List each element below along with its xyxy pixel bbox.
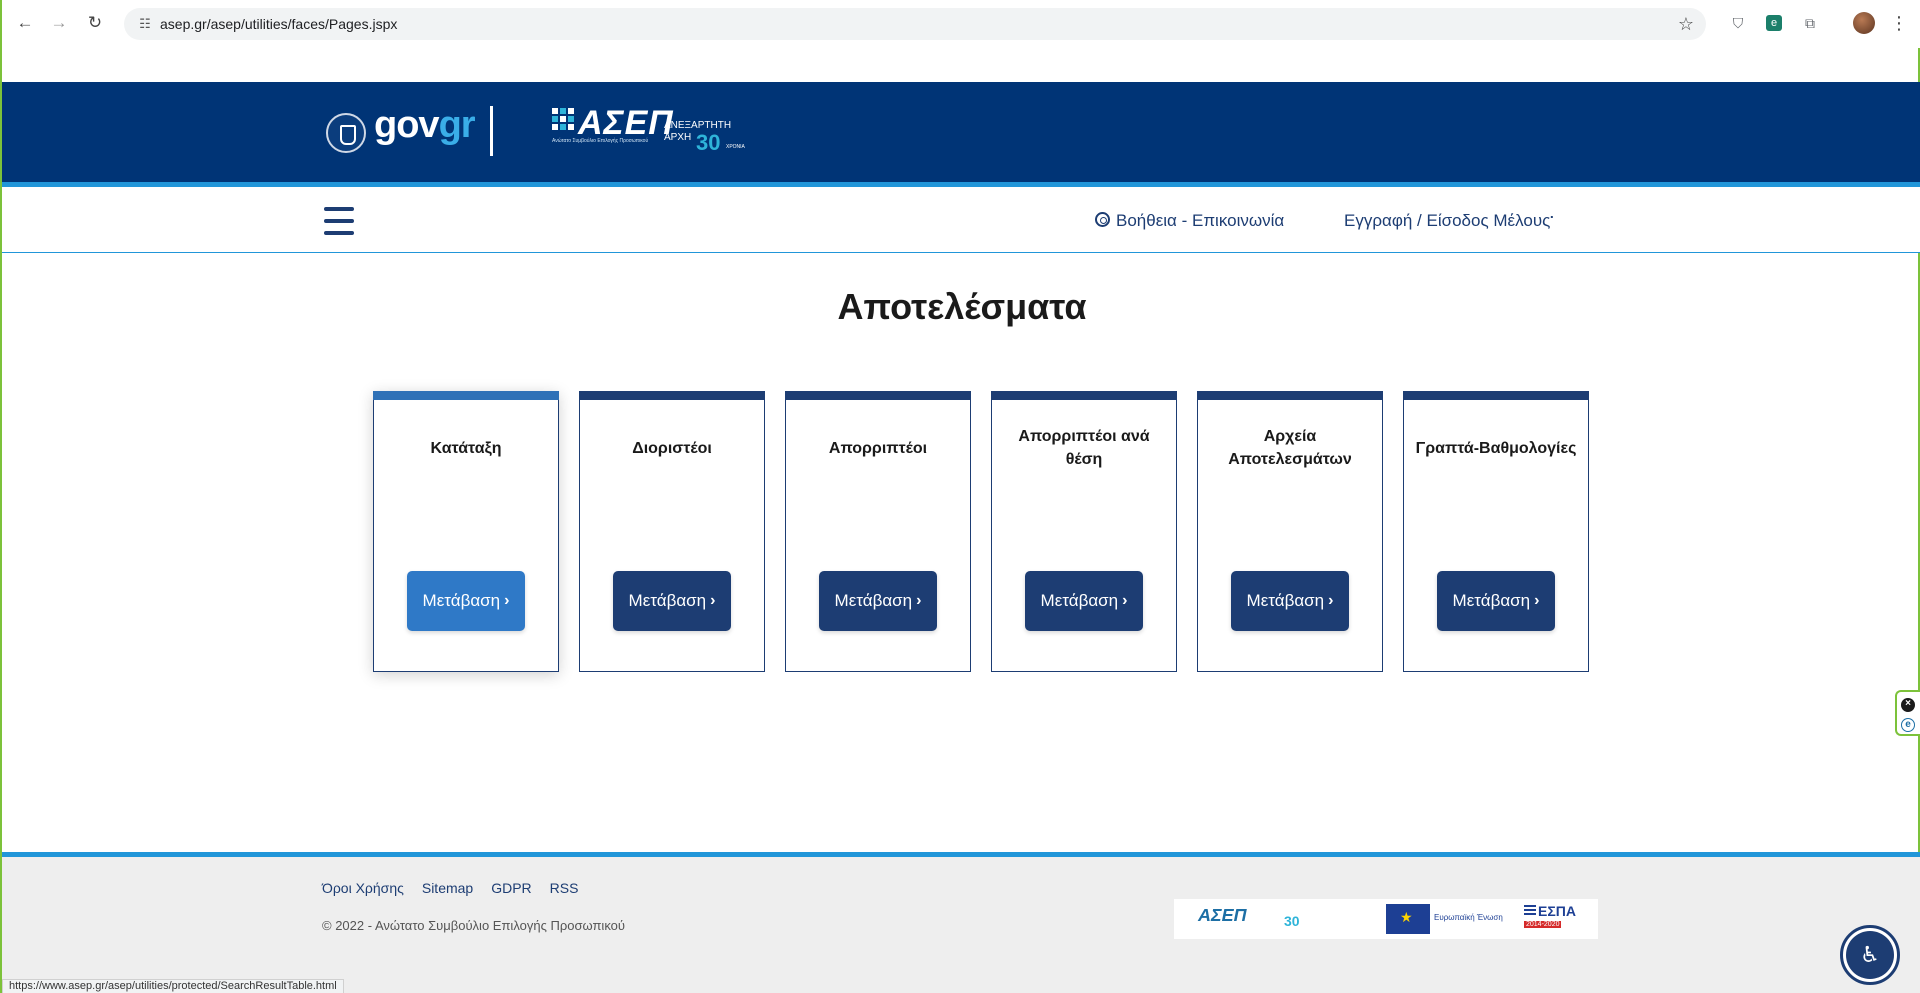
card-go-label: Μετάβαση xyxy=(628,591,707,610)
card-title: Διοριστέοι xyxy=(632,439,712,457)
site-header xyxy=(2,82,1920,182)
back-icon[interactable]: ← xyxy=(14,12,36,34)
card-archeia-apotelesmaton: Αρχεία Αποτελεσμάτων Μετάβαση › xyxy=(1197,391,1383,672)
reload-icon[interactable]: ↻ xyxy=(84,12,106,34)
card-go-button[interactable]: Μετάβαση › xyxy=(1231,571,1349,631)
copyright-text: © 2022 - Ανώτατο Συμβούλιο Επιλογής Προσ… xyxy=(322,918,625,933)
status-bar-url: https://www.asep.gr/asep/utilities/prote… xyxy=(2,979,344,993)
wheelchair-icon: ♿ xyxy=(1860,942,1880,967)
card-go-label: Μετάβαση xyxy=(1452,591,1531,610)
chevron-right-icon: › xyxy=(1122,592,1128,609)
footer-link-terms[interactable]: Όροι Χρήσης xyxy=(322,880,404,896)
chevron-right-icon: › xyxy=(1534,592,1540,609)
card-go-button[interactable]: Μετάβαση › xyxy=(1025,571,1143,631)
greek-flag-icon xyxy=(1524,905,1536,915)
govgr-logo[interactable]: govgr xyxy=(374,104,476,147)
footer-sponsor-logos: ΑΣΕΠ 30 Ευρωπαϊκή Ένωση ΕΣΠΑ 2014-2020 xyxy=(1174,899,1598,939)
card-go-button[interactable]: Μετάβαση › xyxy=(1437,571,1555,631)
govgr-logo-gov: gov xyxy=(374,104,440,146)
card-go-label: Μετάβαση xyxy=(834,591,913,610)
footer-link-sitemap[interactable]: Sitemap xyxy=(422,880,473,896)
footer xyxy=(2,857,1920,993)
nav-bar xyxy=(2,187,1920,253)
forward-icon[interactable]: → xyxy=(48,12,70,34)
card-go-label: Μετάβαση xyxy=(1040,591,1119,610)
chevron-right-icon: › xyxy=(1328,592,1334,609)
eu-logo-text: Ευρωπαϊκή Ένωση xyxy=(1434,913,1503,922)
card-title: Γραπτά-Βαθμολογίες xyxy=(1415,439,1577,457)
card-grapta-vathmologies: Γραπτά-Βαθμολογίες Μετάβαση › xyxy=(1403,391,1589,672)
espa-years: 2014-2020 xyxy=(1524,921,1562,928)
close-icon[interactable]: × xyxy=(1901,698,1915,712)
footer-links: Όροι Χρήσης Sitemap GDPR RSS xyxy=(322,880,578,896)
chevron-right-icon: › xyxy=(916,592,922,609)
card-aporripteoi-ana-thesi: Απορριπτέοι ανά θέση Μετάβαση › xyxy=(991,391,1177,672)
asep-grid-icon xyxy=(552,108,574,130)
accessibility-button[interactable]: ♿ xyxy=(1840,925,1900,985)
espa-logo: ΕΣΠΑ xyxy=(1538,903,1576,919)
site-info-icon[interactable]: ☷ xyxy=(136,15,154,33)
login-marker-icon: ▪ xyxy=(1550,212,1554,222)
asep-subtitle: Ανώτατο Συμβούλιο Επιλογής Προσωπικού xyxy=(552,138,649,144)
puzzle-icon[interactable]: ⧉ xyxy=(1800,13,1820,33)
footer-asep-30: 30 xyxy=(1284,913,1300,929)
card-go-label: Μετάβαση xyxy=(1246,591,1325,610)
menu-dots-icon[interactable]: ⋮ xyxy=(1890,12,1908,34)
star-icon[interactable]: ☆ xyxy=(1678,12,1694,36)
footer-asep-logo: ΑΣΕΠ xyxy=(1198,905,1247,925)
register-login-link[interactable]: Εγγραφή / Είσοδος Μέλους▪ xyxy=(1344,211,1553,231)
card-go-button[interactable]: Μετάβαση › xyxy=(407,571,525,631)
card-title: Απορριπτέοι xyxy=(828,439,928,457)
card-aporripteoi: Απορριπτέοι Μετάβαση › xyxy=(785,391,971,672)
card-go-button[interactable]: Μετάβαση › xyxy=(819,571,937,631)
browser-toolbar: ← → ↻ ☷ asep.gr/asep/utilities/faces/Pag… xyxy=(2,0,1920,48)
card-dioristeoi: Διοριστέοι Μετάβαση › xyxy=(579,391,765,672)
green-extension-icon[interactable]: e xyxy=(1766,15,1782,31)
card-title: Απορριπτέοι ανά θέση xyxy=(1018,428,1150,468)
side-extension-widget: × e xyxy=(1895,690,1920,736)
card-title: Κατάταξη xyxy=(430,439,502,457)
help-contact-link[interactable]: Βοήθεια - Επικοινωνία xyxy=(1095,211,1284,231)
header-divider xyxy=(490,106,493,156)
help-contact-label: Βοήθεια - Επικοινωνία xyxy=(1116,211,1285,230)
card-go-label: Μετάβαση xyxy=(422,591,501,610)
lifebuoy-icon xyxy=(1095,212,1110,227)
hamburger-menu-icon[interactable] xyxy=(324,207,354,235)
shield-extension-icon[interactable]: ⛉ xyxy=(1728,13,1748,33)
page-title: Αποτελέσματα xyxy=(837,286,1087,327)
footer-link-gdpr[interactable]: GDPR xyxy=(491,880,531,896)
chevron-right-icon: › xyxy=(504,592,510,609)
govgr-logo-gr: gr xyxy=(438,104,476,146)
url-text[interactable]: asep.gr/asep/utilities/faces/Pages.jspx xyxy=(160,16,397,32)
card-go-button[interactable]: Μετάβαση › xyxy=(613,571,731,631)
register-login-label: Εγγραφή / Είσοδος Μέλους xyxy=(1344,211,1551,230)
card-katataxi: Κατάταξη Μετάβαση › xyxy=(373,391,559,672)
footer-link-rss[interactable]: RSS xyxy=(550,880,579,896)
chevron-right-icon: › xyxy=(710,592,716,609)
eu-flag-icon xyxy=(1386,904,1430,934)
asep-years-label: ΧΡΟΝΙΑ xyxy=(726,144,745,150)
card-title: Αρχεία Αποτελεσμάτων xyxy=(1228,428,1352,468)
address-bar[interactable]: ☷ asep.gr/asep/utilities/faces/Pages.jsp… xyxy=(124,8,1706,40)
profile-avatar[interactable] xyxy=(1853,12,1875,34)
asep-30-years: 30 xyxy=(696,130,721,155)
extension-e-icon[interactable]: e xyxy=(1901,718,1915,732)
greek-emblem-icon xyxy=(326,113,366,153)
